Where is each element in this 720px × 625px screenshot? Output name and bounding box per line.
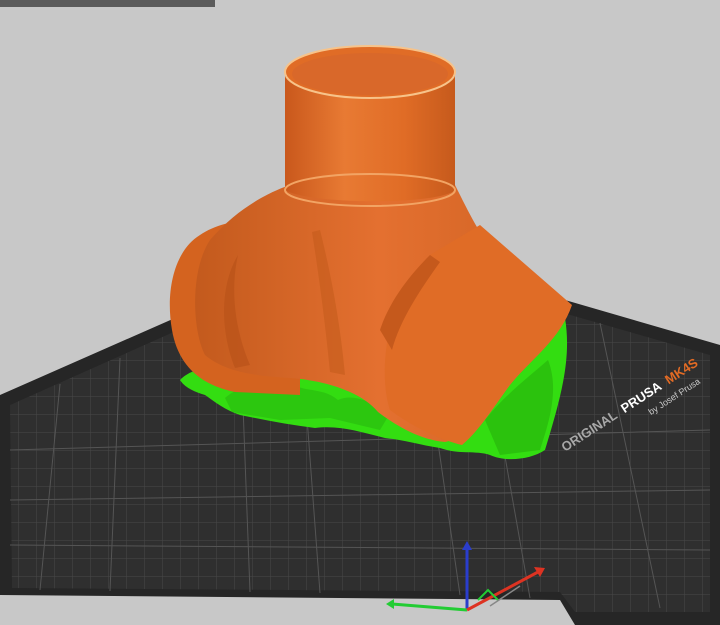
scene-canvas[interactable]: ORIGINAL PRUSA MK4S by Josef Prusa	[0, 0, 720, 625]
x-axis	[391, 602, 468, 612]
3d-viewport[interactable]: ORIGINAL PRUSA MK4S by Josef Prusa	[0, 0, 720, 625]
